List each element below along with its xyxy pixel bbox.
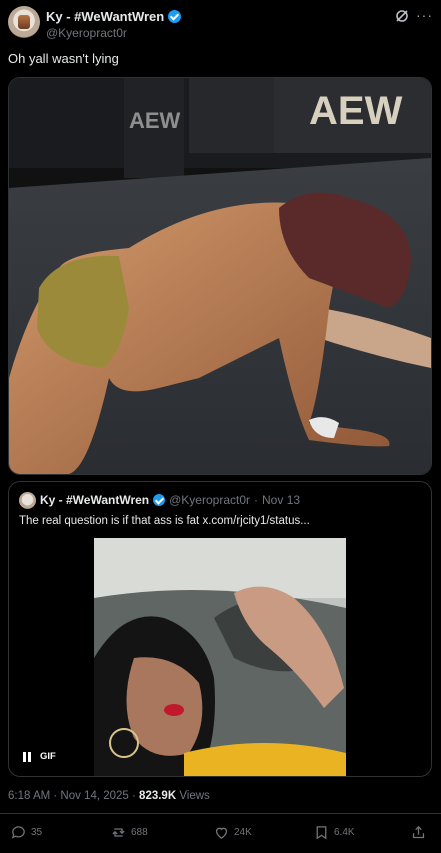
- quoted-date: Nov 13: [262, 493, 301, 507]
- repost-count: 688: [131, 827, 148, 838]
- reply-count: 35: [31, 827, 43, 838]
- divider: [0, 813, 441, 814]
- views-label: Views: [176, 790, 210, 802]
- aew-logo: AEW: [309, 89, 403, 133]
- author-avatar[interactable]: [8, 6, 40, 38]
- like-button[interactable]: 24K: [213, 824, 252, 841]
- like-count: 24K: [234, 827, 252, 838]
- grok-icon[interactable]: [395, 9, 409, 23]
- quoted-author-row: Ky - #WeWantWren @Kyeropract0r · Nov 13: [40, 493, 300, 507]
- quoted-gif[interactable]: [94, 538, 346, 776]
- share-button[interactable]: [410, 824, 427, 841]
- verified-badge-icon: [168, 10, 182, 23]
- heart-icon: [215, 827, 228, 839]
- aew-logo-small: AEW: [129, 108, 181, 133]
- gif-controls: GIF: [23, 751, 56, 762]
- bookmark-button[interactable]: 6.4K: [313, 824, 355, 841]
- author-display-name[interactable]: Ky - #WeWantWren: [46, 9, 164, 24]
- quoted-author-handle: @Kyeropract0r: [169, 493, 251, 507]
- repost-button[interactable]: 688: [110, 824, 148, 841]
- author-name-row: Ky - #WeWantWren: [46, 9, 182, 24]
- quoted-text: The real question is if that ass is fat …: [19, 515, 310, 527]
- action-bar: 35 688 24K 6.4K: [10, 824, 430, 846]
- quoted-author-avatar: [19, 492, 36, 509]
- tweet-timestamp[interactable]: 6:18 AM · Nov 14, 2025 ·: [8, 790, 139, 802]
- tweet-text: Oh yall wasn't lying: [8, 51, 119, 66]
- repost-icon: [112, 828, 125, 837]
- tweet-meta: 6:18 AM · Nov 14, 2025 · 823.9K Views: [8, 790, 210, 802]
- quoted-separator: ·: [254, 493, 259, 507]
- quoted-tweet[interactable]: Ky - #WeWantWren @Kyeropract0r · Nov 13 …: [8, 481, 432, 777]
- pause-icon[interactable]: [23, 751, 31, 762]
- views-count: 823.9K: [139, 790, 177, 802]
- share-icon: [412, 825, 425, 839]
- tweet-header: Ky - #WeWantWren @Kyeropract0r ···: [8, 6, 433, 42]
- tweet-media[interactable]: AEW AEW: [8, 77, 432, 475]
- bookmark-icon: [316, 826, 327, 840]
- quoted-verified-badge-icon: [153, 494, 166, 506]
- author-handle[interactable]: @Kyeropract0r: [46, 26, 127, 40]
- bookmark-count: 6.4K: [334, 827, 355, 838]
- gif-badge: GIF: [40, 751, 56, 762]
- quoted-author-display-name: Ky - #WeWantWren: [40, 493, 150, 507]
- reply-button[interactable]: 35: [10, 824, 42, 841]
- more-options-icon[interactable]: ···: [416, 7, 433, 23]
- reply-icon: [11, 826, 25, 839]
